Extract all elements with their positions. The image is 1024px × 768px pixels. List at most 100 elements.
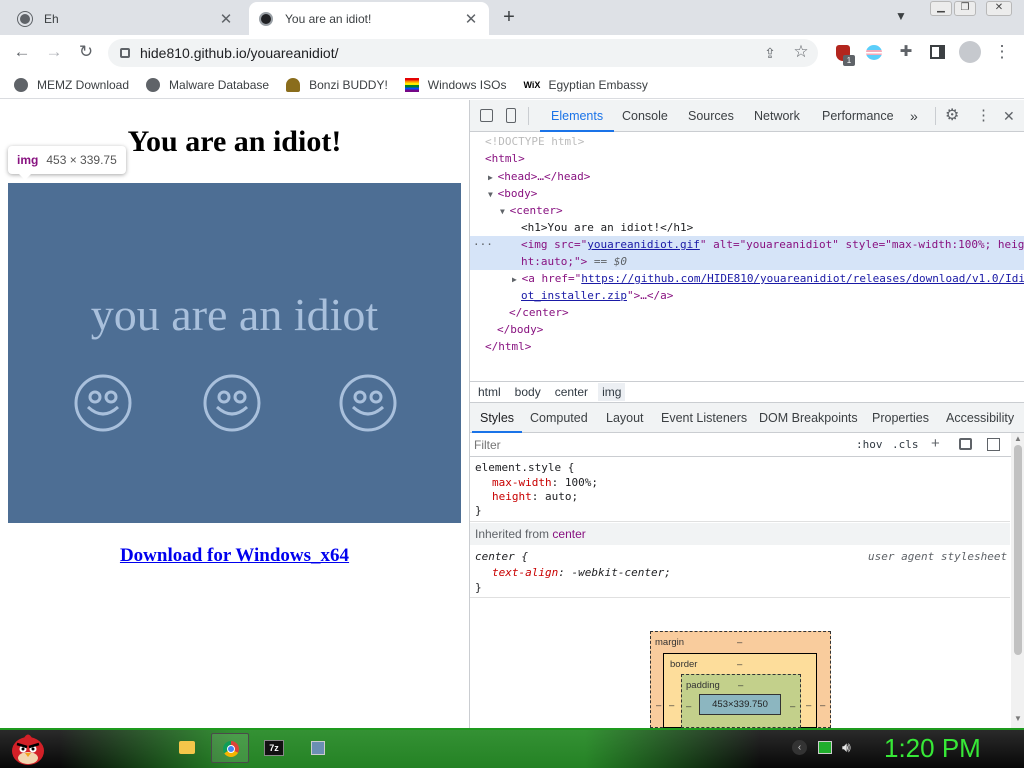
- styles-filter-input[interactable]: [474, 436, 834, 454]
- address-bar[interactable]: hide810.github.io/youareanidiot/: [108, 39, 818, 67]
- forward-arrow-icon[interactable]: →: [43, 42, 65, 62]
- bookmark-memz-download[interactable]: MEMZ Download: [14, 77, 129, 92]
- tab-sources[interactable]: Sources: [688, 100, 734, 132]
- bookmark-windows-isos[interactable]: Windows ISOs: [404, 77, 506, 92]
- reload-icon[interactable]: ↻: [75, 42, 97, 62]
- tab-you-are-an-idiot[interactable]: You are an idiot! ✕: [249, 2, 489, 35]
- cls-toggle[interactable]: .cls: [892, 438, 919, 451]
- tooltip-size: 453 × 339.75: [46, 153, 117, 167]
- paint-brush-icon[interactable]: [959, 438, 972, 450]
- margin-left-value[interactable]: –: [656, 700, 661, 711]
- toggle-sidebar-icon[interactable]: [987, 438, 1000, 451]
- start-angry-bird-icon[interactable]: [8, 729, 48, 767]
- scroll-up-icon[interactable]: ▲: [1014, 434, 1022, 443]
- taskbar-chrome[interactable]: [211, 733, 249, 763]
- border-left-value[interactable]: –: [669, 700, 674, 711]
- margin-top-value[interactable]: –: [737, 637, 742, 648]
- network-icon[interactable]: [818, 741, 832, 754]
- tab-elements[interactable]: Elements: [540, 100, 615, 132]
- dom-html-open[interactable]: <html>: [485, 152, 525, 165]
- volume-icon[interactable]: 🔊︎: [842, 739, 851, 756]
- bookmark-bonzi-buddy[interactable]: Bonzi BUDDY!: [286, 77, 388, 92]
- margin-right-value[interactable]: –: [820, 700, 825, 711]
- share-icon[interactable]: ⇪: [759, 43, 781, 63]
- restore-button[interactable]: ❐: [954, 1, 976, 16]
- taskbar-app[interactable]: [299, 733, 337, 763]
- tab-network[interactable]: Network: [754, 100, 800, 132]
- tab-console[interactable]: Console: [622, 100, 668, 132]
- side-panel-icon[interactable]: [930, 45, 945, 59]
- subtab-dom-breakpoints[interactable]: DOM Breakpoints: [759, 403, 858, 433]
- dom-html-close[interactable]: </html>: [485, 340, 531, 353]
- separator: [935, 107, 936, 125]
- more-tabs-icon[interactable]: »: [910, 100, 918, 132]
- inspect-element-icon[interactable]: [480, 109, 493, 122]
- settings-gear-icon[interactable]: ⚙: [945, 100, 959, 132]
- breadcrumb-img[interactable]: img: [598, 383, 626, 401]
- border-right-value[interactable]: –: [806, 700, 811, 711]
- border-top-value[interactable]: –: [737, 659, 742, 670]
- styles-scrollbar-thumb[interactable]: [1014, 445, 1022, 655]
- dom-head-node[interactable]: ▶ <head>…</head>: [488, 168, 590, 185]
- lock-icon[interactable]: [120, 48, 130, 58]
- padding-right-value[interactable]: –: [790, 701, 795, 712]
- dom-body-close[interactable]: </body>: [497, 323, 543, 336]
- breadcrumb-html[interactable]: html: [478, 385, 501, 399]
- puzzle-extensions-icon[interactable]: ✚: [895, 42, 917, 62]
- tab-eh[interactable]: Eh ✕: [8, 2, 244, 35]
- profile-avatar[interactable]: [959, 41, 981, 63]
- bookmark-egyptian-embassy[interactable]: WiX Egyptian Embassy: [523, 78, 647, 92]
- back-arrow-icon[interactable]: ←: [11, 42, 33, 62]
- subtab-layout[interactable]: Layout: [606, 403, 644, 433]
- hov-toggle[interactable]: :hov: [856, 438, 883, 451]
- taskbar-7zip[interactable]: 7z: [255, 733, 293, 763]
- dom-body-open[interactable]: <body>: [498, 187, 538, 200]
- bookmark-star-icon[interactable]: ☆: [790, 42, 812, 62]
- close-tab-icon[interactable]: ✕: [463, 10, 479, 28]
- dom-center-node[interactable]: ▼ <center>: [500, 202, 563, 219]
- dom-img-node[interactable]: <img src="youareanidiot.gif" alt="youare…: [521, 236, 1024, 253]
- dom-head[interactable]: <head>…</head>: [498, 170, 591, 183]
- close-tab-icon[interactable]: ✕: [218, 10, 234, 28]
- scroll-down-icon[interactable]: ▼: [1014, 714, 1022, 723]
- breadcrumb-center[interactable]: center: [555, 385, 588, 399]
- dom-center-close[interactable]: </center>: [509, 306, 569, 319]
- tab-performance[interactable]: Performance: [822, 100, 894, 132]
- img-src-link[interactable]: youareanidiot.gif: [587, 238, 700, 251]
- dom-h1[interactable]: <h1>You are an idiot!</h1>: [521, 221, 693, 234]
- subtab-properties[interactable]: Properties: [872, 403, 929, 433]
- taskbar-clock[interactable]: 1:20 PM: [884, 733, 981, 764]
- inherited-from-link[interactable]: center: [552, 527, 585, 541]
- breadcrumb-body[interactable]: body: [515, 385, 541, 399]
- close-devtools-icon[interactable]: ✕: [1003, 100, 1015, 132]
- a-href-link[interactable]: https://github.com/HIDE810/youareanidiot…: [581, 272, 1024, 285]
- flag-extension-icon[interactable]: [866, 45, 882, 60]
- dom-ellipsis-icon[interactable]: ···: [473, 236, 493, 253]
- new-tab-button[interactable]: +: [497, 6, 521, 30]
- a-href-link-cont[interactable]: ot_installer.zip: [521, 289, 627, 302]
- dom-a-node[interactable]: ▶ <a href="https://github.com/HIDE810/yo…: [512, 270, 1024, 287]
- padding-top-value[interactable]: –: [738, 680, 743, 691]
- subtab-styles[interactable]: Styles: [472, 403, 523, 433]
- subtab-event-listeners[interactable]: Event Listeners: [661, 403, 747, 433]
- prop-value[interactable]: auto;: [545, 490, 578, 503]
- new-rule-plus-icon[interactable]: +: [931, 435, 940, 452]
- tab-search-chevron-icon[interactable]: ▼: [895, 9, 907, 23]
- kebab-menu-icon[interactable]: ⋮: [976, 100, 991, 132]
- taskbar-explorer[interactable]: [168, 733, 206, 763]
- bookmark-malware-database[interactable]: Malware Database: [146, 77, 269, 92]
- minimize-button[interactable]: ▁: [930, 1, 952, 16]
- dom-body-node[interactable]: ▼ <body>: [488, 185, 537, 202]
- tray-arrow-icon[interactable]: ‹: [792, 740, 807, 755]
- kebab-menu-icon[interactable]: ⋮: [991, 42, 1013, 62]
- box-model-content[interactable]: 453×339.750: [699, 694, 781, 715]
- device-toolbar-icon[interactable]: [506, 108, 516, 123]
- close-window-button[interactable]: ✕: [986, 1, 1012, 16]
- subtab-computed[interactable]: Computed: [530, 403, 588, 433]
- css-property-row[interactable]: height: auto;: [492, 488, 578, 505]
- download-link[interactable]: Download for Windows_x64: [0, 545, 469, 567]
- dom-center-open[interactable]: <center>: [510, 204, 563, 217]
- padding-left-value[interactable]: –: [686, 701, 691, 712]
- subtab-accessibility[interactable]: Accessibility: [946, 403, 1014, 433]
- prop-name[interactable]: height: [492, 490, 532, 503]
